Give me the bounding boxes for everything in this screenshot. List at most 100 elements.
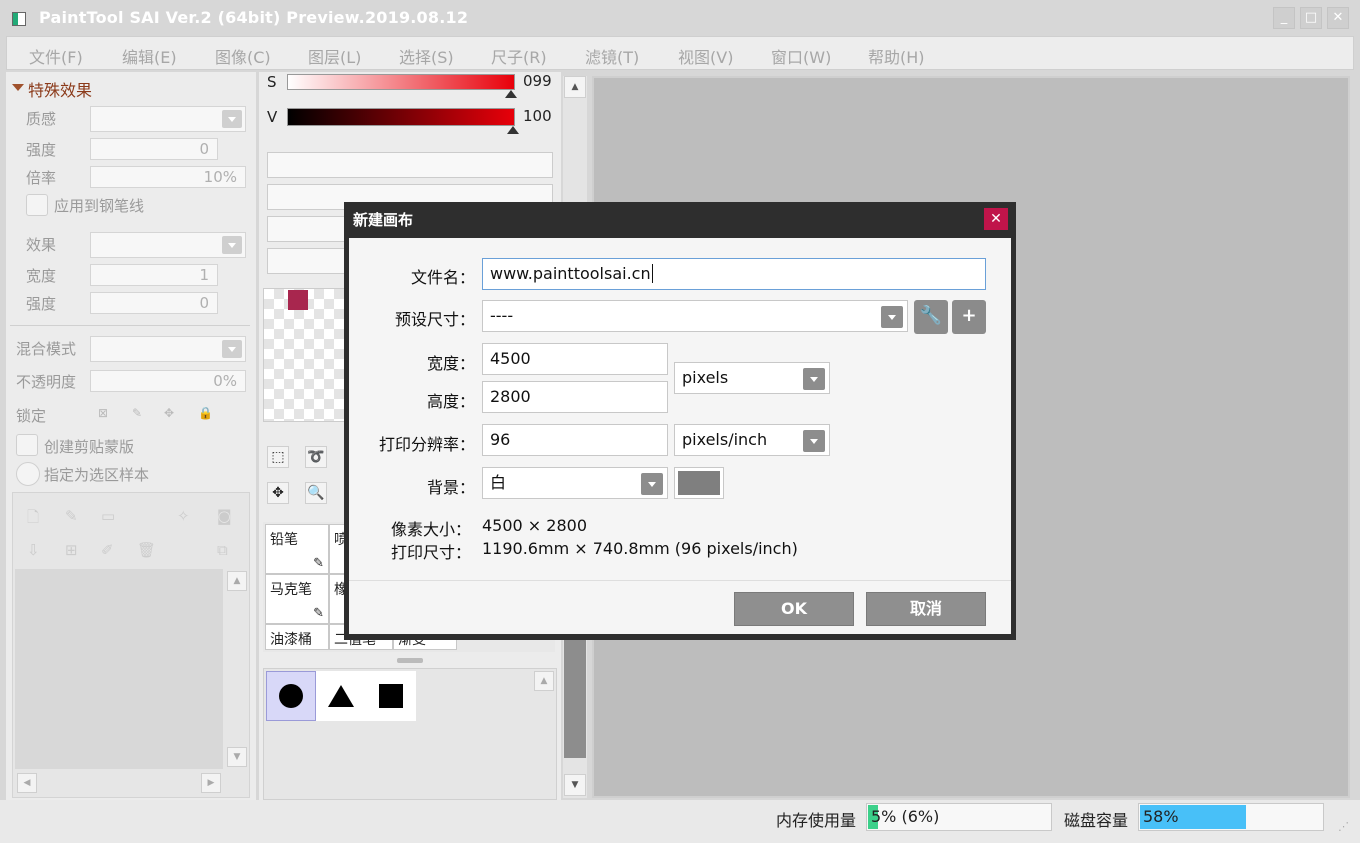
triangle-icon [328, 685, 354, 707]
memory-value: 5% (6%) [871, 807, 940, 826]
scroll-left-arrow[interactable]: ◀ [17, 773, 37, 793]
new-linework-icon[interactable]: ✎ [65, 507, 78, 525]
chevron-down-icon [803, 430, 825, 452]
circle-brush-shape[interactable] [266, 671, 316, 721]
wrench-icon[interactable]: 🔧 [914, 300, 948, 334]
filename-value: www.painttoolsai.cn [490, 264, 651, 283]
menu-ruler[interactable]: 尺子(R) [491, 44, 547, 68]
rect-select-icon[interactable]: ⬚ [267, 446, 289, 468]
disk-value: 58% [1143, 807, 1179, 826]
background-color-swatch [678, 471, 720, 495]
effect-select[interactable] [90, 232, 246, 258]
scroll-up-arrow[interactable]: ▲ [534, 671, 554, 691]
tool-bucket-label: 油漆桶 [270, 632, 312, 648]
filename-label: 文件名： [410, 268, 475, 287]
width-input[interactable]: 4500 [482, 343, 668, 375]
move-icon[interactable]: ✥ [267, 482, 289, 504]
menu-view[interactable]: 视图(V) [678, 44, 733, 68]
copy-layer-icon[interactable]: ⧉ [217, 541, 228, 559]
saturation-slider[interactable] [287, 74, 515, 90]
scale-label: 倍率 [26, 169, 57, 187]
add-preset-icon[interactable]: + [952, 300, 986, 334]
tool-pencil[interactable]: 铅笔 ✎ [265, 524, 329, 574]
triangle-brush-shape[interactable] [316, 671, 366, 721]
cancel-button[interactable]: 取消 [866, 592, 986, 626]
scroll-thumb[interactable] [564, 636, 586, 758]
opacity-field[interactable]: 0% [90, 370, 246, 392]
close-window-button[interactable]: ✕ [1327, 7, 1349, 29]
layer-list[interactable] [15, 569, 223, 769]
width-field[interactable]: 1 [90, 264, 218, 286]
lasso-icon[interactable]: ➰ [305, 446, 327, 468]
add-icon[interactable]: ⊞ [65, 541, 78, 559]
collapse-triangle-icon[interactable] [12, 84, 24, 91]
blend-mode-select[interactable] [90, 336, 246, 362]
scroll-right-arrow[interactable]: ▶ [201, 773, 221, 793]
menu-file[interactable]: 文件(F) [29, 44, 83, 68]
strength-field[interactable]: 0 [90, 138, 218, 160]
window-title: PaintTool SAI Ver.2 (64bit) Preview.2019… [39, 8, 469, 27]
new-folder-icon[interactable]: ▭ [101, 507, 115, 525]
tool-bucket[interactable]: 油漆桶 [265, 624, 329, 650]
swatch-grid[interactable] [263, 288, 355, 422]
menu-help[interactable]: 帮助(H) [868, 44, 925, 68]
menu-select[interactable]: 选择(S) [399, 44, 454, 68]
square-brush-shape[interactable] [366, 671, 416, 721]
title-bar: PaintTool SAI Ver.2 (64bit) Preview.2019… [0, 0, 1360, 36]
dialog-close-button[interactable]: ✕ [984, 208, 1008, 230]
trash-icon[interactable]: 🗑 [137, 541, 156, 559]
strength2-field[interactable]: 0 [90, 292, 218, 314]
new-layer-icon[interactable]: 🗋 [27, 507, 39, 532]
effects-header[interactable]: 特殊效果 [28, 77, 92, 101]
scroll-down-arrow[interactable]: ▼ [227, 747, 247, 767]
color-swatch[interactable] [288, 290, 308, 310]
tool-marker[interactable]: 马克笔 ✎ [265, 574, 329, 624]
scroll-up-arrow[interactable]: ▲ [227, 571, 247, 591]
merge-down-icon[interactable]: ⇩ [27, 541, 40, 559]
lock-move-icon[interactable]: ✥ [164, 406, 174, 420]
lock-alpha-icon[interactable]: ⊠ [98, 406, 108, 420]
color-slider-bar[interactable] [267, 152, 553, 178]
apply-pen-checkbox[interactable] [26, 194, 48, 216]
apply-pen-label: 应用到钢笔线 [54, 197, 145, 215]
filename-input[interactable]: www.painttoolsai.cn [482, 258, 986, 290]
menu-bar: 文件(F) 编辑(E) 图像(C) 图层(L) 选择(S) 尺子(R) 滤镜(T… [6, 36, 1354, 70]
resolution-input[interactable]: 96 [482, 424, 668, 456]
preset-select[interactable]: ---- [482, 300, 908, 332]
menu-image[interactable]: 图像(C) [215, 44, 271, 68]
background-select[interactable]: 白 [482, 467, 668, 499]
lock-paint-icon[interactable]: ✎ [132, 406, 142, 420]
mask-icon[interactable]: ◙ [217, 507, 232, 525]
value-slider[interactable] [287, 108, 515, 126]
v-label: V [267, 108, 278, 126]
unit-value: pixels [682, 368, 729, 387]
maximize-button[interactable]: □ [1300, 7, 1322, 29]
resolution-unit-select[interactable]: pixels/inch [674, 424, 830, 456]
clear-icon[interactable]: ✐ [101, 541, 114, 559]
scroll-down-arrow[interactable]: ▼ [564, 774, 586, 796]
ok-button[interactable]: OK [734, 592, 854, 626]
chevron-down-icon [222, 236, 242, 254]
menu-window[interactable]: 窗口(W) [771, 44, 831, 68]
height-input[interactable]: 2800 [482, 381, 668, 413]
splitter-handle[interactable] [397, 658, 423, 663]
effect-icon[interactable]: ✧ [177, 507, 190, 525]
menu-filter[interactable]: 滤镜(T) [585, 44, 639, 68]
scroll-up-arrow[interactable]: ▲ [564, 76, 586, 98]
scale-field[interactable]: 10% [90, 166, 246, 188]
sample-radio[interactable] [16, 462, 40, 486]
zoom-icon[interactable]: 🔍 [305, 482, 327, 504]
menu-layer[interactable]: 图层(L) [308, 44, 361, 68]
minimize-button[interactable]: _ [1273, 7, 1295, 29]
clip-mask-checkbox[interactable] [16, 434, 38, 456]
lock-all-icon[interactable]: 🔒 [198, 406, 213, 420]
resize-grip-icon[interactable]: ⋰ [1338, 820, 1349, 833]
background-color-button[interactable] [674, 467, 724, 499]
menu-edit[interactable]: 编辑(E) [122, 44, 177, 68]
texture-select[interactable] [90, 106, 246, 132]
width-label: 宽度： [426, 354, 475, 373]
slider-handle-icon[interactable] [507, 126, 519, 134]
slider-handle-icon[interactable] [505, 90, 517, 98]
unit-select[interactable]: pixels [674, 362, 830, 394]
width-label: 宽度 [26, 267, 57, 285]
